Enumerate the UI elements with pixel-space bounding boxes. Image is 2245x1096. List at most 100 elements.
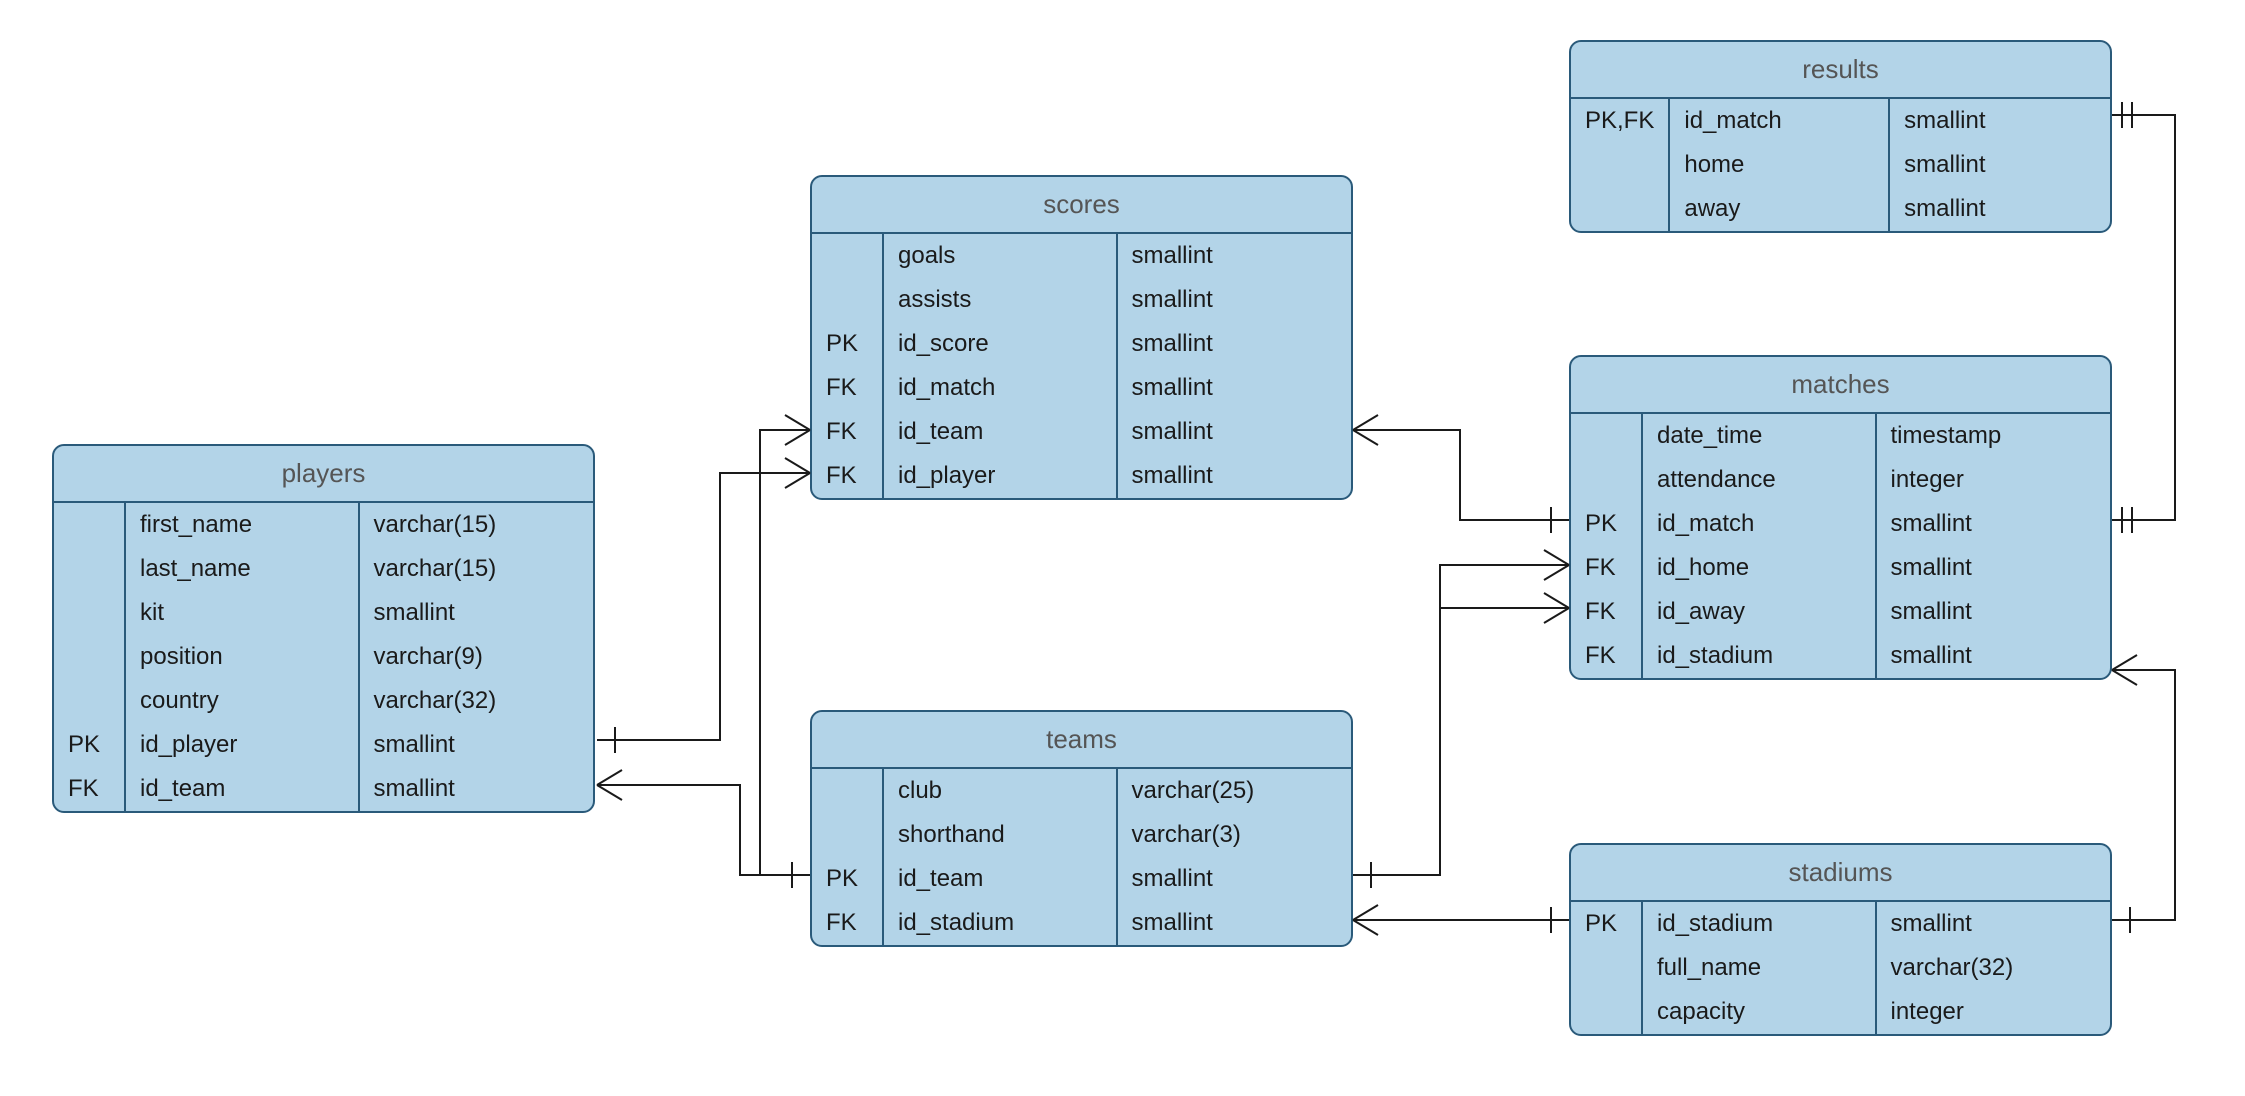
entity-title: stadiums [1571, 845, 2110, 902]
name-cell: id_home [1643, 546, 1875, 590]
type-cell: smallint [1890, 143, 2110, 187]
key-cell: PK [812, 322, 882, 366]
entity-title: scores [812, 177, 1351, 234]
name-column: first_name last_name kit position countr… [126, 503, 360, 811]
type-cell: varchar(15) [360, 547, 594, 591]
entity-scores: scores PK FK FK FK goals assists id_scor… [810, 175, 1353, 500]
type-cell: smallint [360, 591, 594, 635]
key-cell [54, 503, 124, 547]
name-cell: id_stadium [1643, 902, 1875, 946]
type-cell: varchar(3) [1118, 813, 1352, 857]
name-cell: last_name [126, 547, 358, 591]
type-column: smallint smallint smallint smallint smal… [1118, 234, 1352, 498]
key-column: PK [1571, 902, 1643, 1034]
entity-title: results [1571, 42, 2110, 99]
type-cell: smallint [360, 723, 594, 767]
name-cell: id_match [1643, 502, 1875, 546]
type-cell: smallint [1890, 99, 2110, 143]
name-column: goals assists id_score id_match id_team … [884, 234, 1118, 498]
name-cell: position [126, 635, 358, 679]
name-cell: attendance [1643, 458, 1875, 502]
entity-body: PK FK FK FK goals assists id_score id_ma… [812, 234, 1351, 498]
type-column: varchar(15) varchar(15) smallint varchar… [360, 503, 594, 811]
entity-results: results PK,FK id_match home away smallin… [1569, 40, 2112, 233]
key-cell [812, 813, 882, 857]
type-cell: smallint [1118, 901, 1352, 945]
key-cell [812, 769, 882, 813]
name-cell: away [1670, 187, 1888, 231]
type-cell: smallint [1118, 857, 1352, 901]
type-column: timestamp integer smallint smallint smal… [1877, 414, 2111, 678]
name-cell: shorthand [884, 813, 1116, 857]
entity-body: PK id_stadium full_name capacity smallin… [1571, 902, 2110, 1034]
name-cell: first_name [126, 503, 358, 547]
type-cell: varchar(9) [360, 635, 594, 679]
name-cell: id_team [126, 767, 358, 811]
type-cell: smallint [1118, 234, 1352, 278]
type-cell: smallint [1877, 502, 2111, 546]
type-cell: smallint [1118, 366, 1352, 410]
type-column: varchar(25) varchar(3) smallint smallint [1118, 769, 1352, 945]
entity-matches: matches PK FK FK FK date_time attendance… [1569, 355, 2112, 680]
type-cell: smallint [1877, 902, 2111, 946]
name-cell: id_match [884, 366, 1116, 410]
key-column: PK,FK [1571, 99, 1670, 231]
entity-body: PK FK club shorthand id_team id_stadium … [812, 769, 1351, 945]
entity-body: PK,FK id_match home away smallint smalli… [1571, 99, 2110, 231]
entity-title: players [54, 446, 593, 503]
name-cell: date_time [1643, 414, 1875, 458]
key-cell: FK [812, 410, 882, 454]
entity-body: PK FK FK FK date_time attendance id_matc… [1571, 414, 2110, 678]
entity-title: teams [812, 712, 1351, 769]
key-cell [54, 679, 124, 723]
key-cell [1571, 946, 1641, 990]
name-cell: club [884, 769, 1116, 813]
key-cell [1571, 458, 1641, 502]
entity-teams: teams PK FK club shorthand id_team id_st… [810, 710, 1353, 947]
name-cell: home [1670, 143, 1888, 187]
name-column: date_time attendance id_match id_home id… [1643, 414, 1877, 678]
name-cell: id_score [884, 322, 1116, 366]
name-cell: capacity [1643, 990, 1875, 1034]
type-cell: varchar(32) [360, 679, 594, 723]
type-cell: varchar(15) [360, 503, 594, 547]
key-column: PK FK [54, 503, 126, 811]
key-cell: PK [1571, 902, 1641, 946]
key-cell: PK [54, 723, 124, 767]
type-cell: integer [1877, 990, 2111, 1034]
type-cell: smallint [1118, 278, 1352, 322]
type-cell: smallint [1877, 634, 2111, 678]
name-cell: id_team [884, 410, 1116, 454]
entity-stadiums: stadiums PK id_stadium full_name capacit… [1569, 843, 2112, 1036]
key-cell: PK,FK [1571, 99, 1668, 143]
key-column: PK FK FK FK [812, 234, 884, 498]
key-cell: FK [1571, 590, 1641, 634]
type-cell: timestamp [1877, 414, 2111, 458]
name-cell: id_player [126, 723, 358, 767]
key-cell [54, 547, 124, 591]
type-column: smallint varchar(32) integer [1877, 902, 2111, 1034]
name-cell: full_name [1643, 946, 1875, 990]
entity-players: players PK FK first_name last_name kit p… [52, 444, 595, 813]
name-cell: kit [126, 591, 358, 635]
key-cell [1571, 414, 1641, 458]
entity-body: PK FK first_name last_name kit position … [54, 503, 593, 811]
name-cell: id_stadium [1643, 634, 1875, 678]
type-column: smallint smallint smallint [1890, 99, 2110, 231]
type-cell: smallint [1877, 590, 2111, 634]
type-cell: smallint [360, 767, 594, 811]
name-cell: goals [884, 234, 1116, 278]
type-cell: varchar(32) [1877, 946, 2111, 990]
key-cell: FK [812, 901, 882, 945]
type-cell: integer [1877, 458, 2111, 502]
key-cell: FK [1571, 546, 1641, 590]
name-cell: assists [884, 278, 1116, 322]
name-cell: id_match [1670, 99, 1888, 143]
type-cell: smallint [1118, 322, 1352, 366]
key-cell: FK [812, 366, 882, 410]
name-column: id_match home away [1670, 99, 1890, 231]
key-cell [54, 635, 124, 679]
key-cell [1571, 990, 1641, 1034]
key-cell: PK [812, 857, 882, 901]
key-cell [812, 234, 882, 278]
